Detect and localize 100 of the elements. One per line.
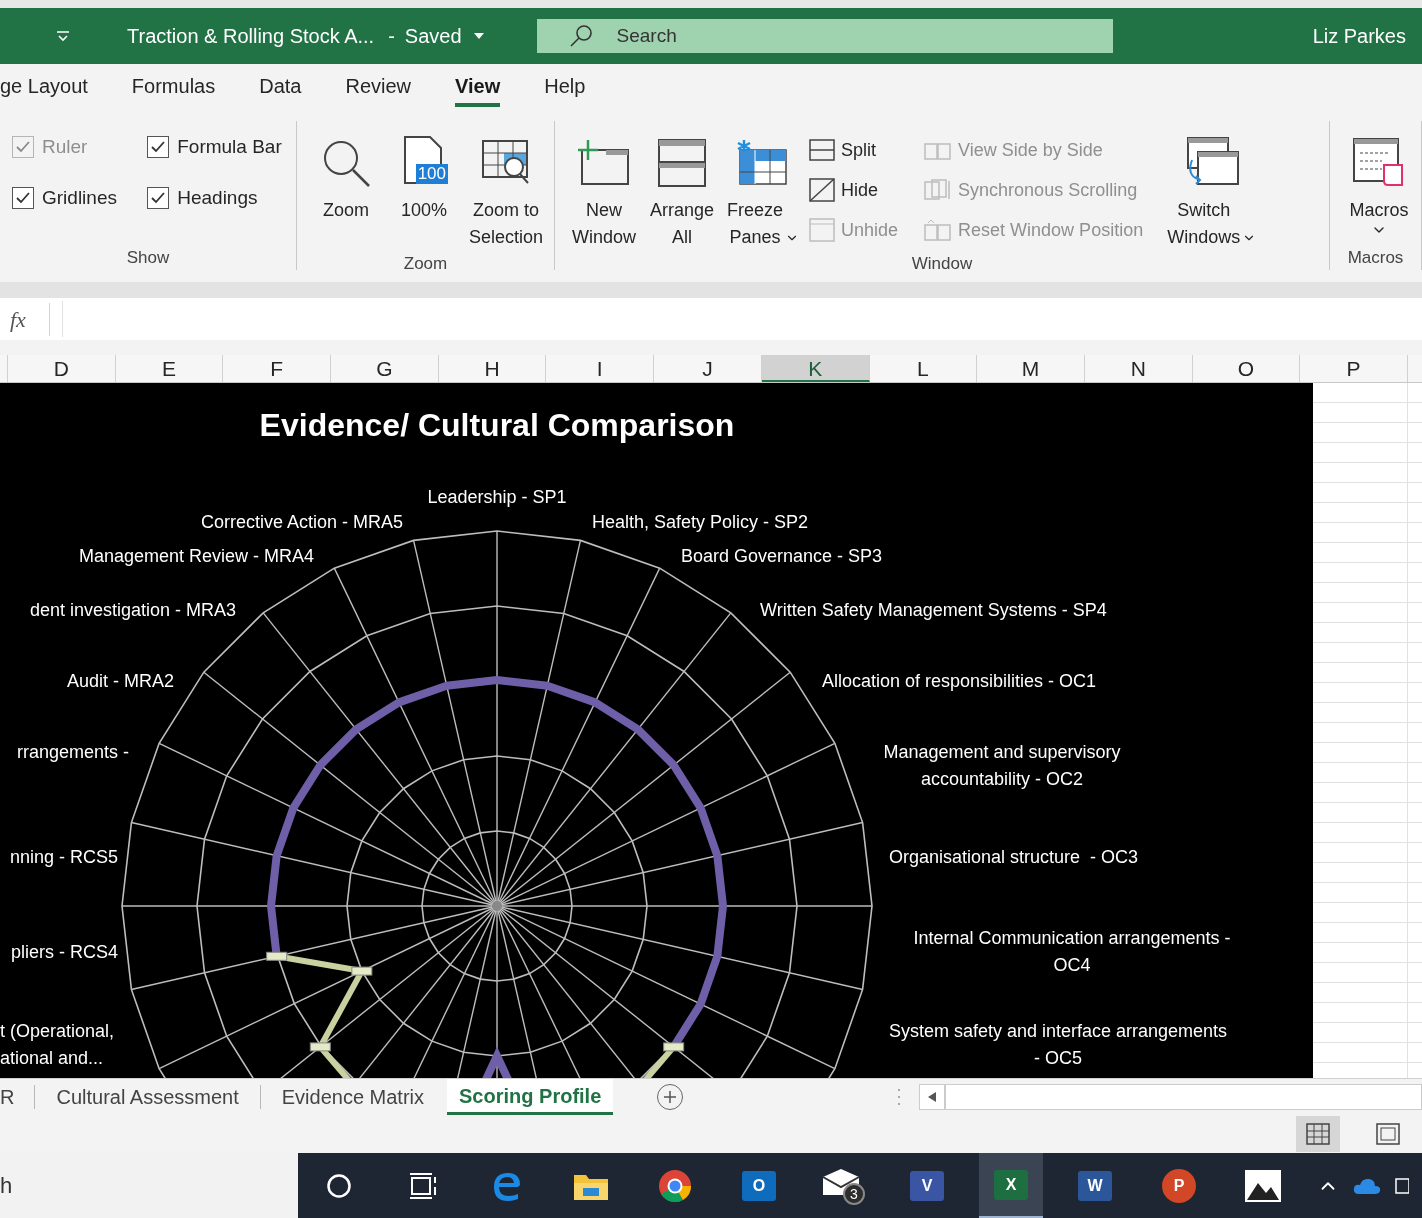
sheet-tab[interactable]: Evidence Matrix <box>270 1079 436 1115</box>
ribbon-button[interactable]: Arrange All <box>647 133 717 251</box>
save-status: Saved <box>404 24 462 49</box>
title-separator: - <box>388 24 395 49</box>
chrome-icon <box>658 1168 692 1203</box>
ribbon-button[interactable]: Macros <box>1344 133 1414 238</box>
taskbar-button[interactable]: 3 <box>811 1153 875 1218</box>
ribbon-tab[interactable]: Review <box>345 71 412 107</box>
freeze-panes-icon <box>736 138 790 188</box>
page-icon <box>1376 1123 1400 1145</box>
column-header[interactable]: K <box>761 355 870 382</box>
checkbox-label[interactable]: Headings <box>177 183 258 212</box>
splitter-handle-icon[interactable] <box>897 1087 902 1107</box>
ribbon-button[interactable]: Switch Windows <box>1165 133 1259 245</box>
app-tile-icon: W <box>1078 1170 1112 1201</box>
column-header[interactable]: J <box>654 355 762 382</box>
checkbox[interactable] <box>147 186 170 209</box>
ribbon-tab[interactable]: Formulas <box>131 71 216 107</box>
column-header[interactable]: G <box>331 355 439 382</box>
axis-category-label: t (Operational, ational and... <box>0 1020 115 1070</box>
ribbon-small-button[interactable]: Hide <box>809 175 899 205</box>
column-header[interactable]: P <box>1300 355 1408 382</box>
chart-area[interactable] <box>0 383 1313 1078</box>
axis-category-label: Internal Communication arrangements - OC4 <box>913 927 1231 977</box>
search-field[interactable]: Search <box>536 19 1113 53</box>
search-text: h <box>0 1172 13 1200</box>
ribbon-tab[interactable]: View <box>455 71 501 107</box>
sync-scroll-icon <box>924 179 953 201</box>
group-label: Zoom <box>402 253 449 275</box>
search-icon <box>568 24 593 48</box>
sheet-tab[interactable]: Scoring Profile <box>447 1079 614 1115</box>
app-tile-icon: O <box>742 1170 776 1201</box>
axis-category-label: Board Governance - SP3 <box>681 544 883 568</box>
ribbon-tab[interactable]: ge Layout <box>0 71 88 107</box>
column-header[interactable]: L <box>869 355 978 382</box>
checkbox-label[interactable]: Formula Bar <box>177 133 282 162</box>
axis-category-label: dent investigation - MRA3 <box>29 598 236 622</box>
taskbar-button[interactable]: O <box>727 1153 791 1218</box>
taskbar-button[interactable]: P <box>1147 1153 1211 1218</box>
axis-category-label: Management and supervisory accountability - OC2 <box>883 741 1121 791</box>
group-label: Macros <box>1346 246 1405 269</box>
axis-category-label: System safety and interface arrangements - OC5 <box>888 1020 1228 1070</box>
ribbon-button[interactable]: New Window <box>569 133 639 251</box>
split-icon <box>809 139 836 161</box>
ribbon-button[interactable]: Freeze Panes <box>725 133 802 245</box>
ribbon-small-button[interactable]: Split <box>809 135 899 165</box>
ribbon-tab[interactable]: Data <box>259 71 302 107</box>
app-tile-icon: X <box>994 1169 1028 1200</box>
column-header[interactable]: I <box>546 355 655 382</box>
checkbox[interactable] <box>12 186 34 209</box>
taskbar-button[interactable]: X <box>979 1153 1043 1218</box>
customize-toolbar-icon <box>56 29 70 43</box>
column-header[interactable]: M <box>977 355 1085 382</box>
axis-category-label: Allocation of responsibilities - OC1 <box>822 669 1097 693</box>
axis-category-label: Organisational structure - OC3 <box>889 845 1139 869</box>
checkbox-label[interactable]: Gridlines <box>42 183 117 212</box>
plus-icon <box>664 1091 677 1103</box>
normal-view-button[interactable] <box>1296 1116 1340 1152</box>
app-tile-icon: V <box>910 1170 944 1201</box>
caret-icon <box>473 33 484 39</box>
axis-category-label: Management Review - MRA4 <box>78 544 314 568</box>
ribbon-tab[interactable]: Help <box>544 71 586 107</box>
axis-category-label: rrangements - <box>16 740 129 764</box>
taskbar-button[interactable]: W <box>1063 1153 1127 1218</box>
document-title: Traction & Rolling Stock A... <box>127 24 375 49</box>
sheet-tab[interactable]: Cultural Assessment <box>45 1079 250 1115</box>
horizontal-scrollbar[interactable] <box>945 1084 1422 1110</box>
grid-icon <box>1306 1123 1330 1145</box>
axis-category-label: Health, Safety Policy - SP2 <box>592 510 809 534</box>
taskbar-search-box[interactable]: h <box>0 1153 298 1218</box>
ribbon-button[interactable]: 100 100% <box>389 133 459 224</box>
notification-badge: 3 <box>843 1182 865 1205</box>
scroll-left-button[interactable] <box>919 1084 946 1110</box>
reset-window-icon <box>924 219 953 241</box>
column-header[interactable]: D <box>8 355 116 382</box>
hide-icon <box>809 178 836 202</box>
group-label: Show <box>125 246 171 269</box>
function-label[interactable]: fx <box>10 302 50 336</box>
chart-title: Evidence/ Cultural Comparison <box>259 406 735 445</box>
column-header[interactable]: F <box>223 355 332 382</box>
cloud-icon[interactable] <box>1353 1176 1381 1195</box>
battery-icon <box>1395 1177 1409 1194</box>
side-by-side-icon <box>924 140 953 160</box>
axis-category-label: nning - RCS5 <box>9 845 118 869</box>
left-arrow-icon <box>928 1092 937 1102</box>
column-header[interactable]: N <box>1084 355 1193 382</box>
axis-category-label: Corrective Action - MRA5 <box>200 510 403 534</box>
macro-sheet-icon <box>1352 137 1406 189</box>
axis-category-label: Audit - MRA2 <box>66 669 174 693</box>
ribbon-button[interactable]: Zoom <box>311 133 381 224</box>
checkbox[interactable] <box>147 136 170 159</box>
ribbon-button[interactable]: Zoom to Selection <box>467 133 546 251</box>
axis-category-label: Written Safety Management Systems - SP4 <box>760 598 1107 622</box>
sheet-tab[interactable]: R <box>0 1079 25 1115</box>
column-header[interactable]: O <box>1192 355 1301 382</box>
app-round-icon: P <box>1162 1168 1196 1203</box>
column-header[interactable]: H <box>438 355 547 382</box>
axis-category-label: pliers - RCS4 <box>10 940 118 964</box>
taskbar-button[interactable]: V <box>895 1153 959 1218</box>
column-header[interactable]: E <box>115 355 224 382</box>
